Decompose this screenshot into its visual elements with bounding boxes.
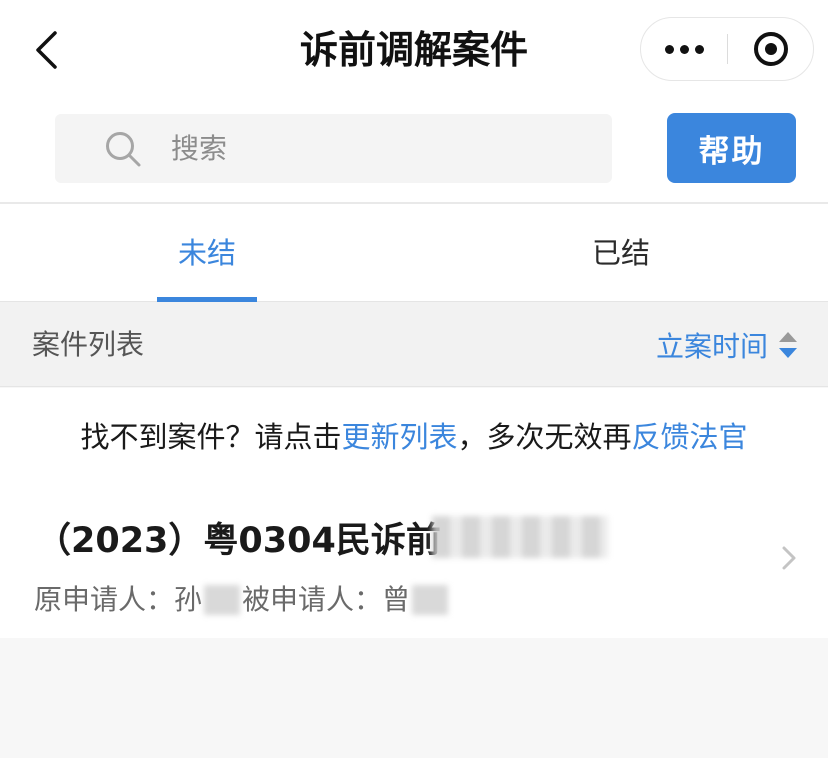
search-box[interactable] [55,114,612,183]
chevron-right-icon [782,546,796,570]
list-title: 案件列表 [32,328,145,361]
back-button[interactable] [26,28,66,72]
redacted-case-number [432,516,608,558]
target-icon [754,32,788,66]
notice-text-middle: ，多次无效再 [457,420,632,454]
search-icon [106,132,141,167]
status-tabs: 未结 已结 [0,204,828,302]
list-header: 案件列表 立案时间 [0,302,828,387]
sort-control[interactable]: 立案时间 [656,302,798,387]
tab-pending[interactable]: 未结 [0,204,414,302]
chevron-left-icon [36,31,57,69]
more-button[interactable] [641,18,727,80]
case-list: 找不到案件？请点击更新列表，多次无效再反馈法官 （2023）粤0304民诉前 原… [0,388,828,638]
applicant-label: 原申请人： [34,583,175,616]
case-parties: 原申请人：孙 被申请人：曾 [34,578,450,618]
sort-label: 立案时间 [655,329,768,363]
refresh-list-link[interactable]: 更新列表 [341,420,457,454]
notice-text-prefix: 找不到案件？请点击 [80,420,342,454]
refresh-notice: 找不到案件？请点击更新列表，多次无效再反馈法官 [0,414,828,456]
help-button[interactable]: 帮助 [667,113,796,183]
more-dots-icon [664,44,704,54]
navigation-bar: 诉前调解案件 [0,0,828,100]
sort-toggle-icon [779,331,797,358]
case-item[interactable]: （2023）粤0304民诉前 原申请人：孙 被申请人：曾 [0,498,828,628]
redacted-applicant [204,585,241,615]
respondent-name: 曾 [382,583,411,616]
case-number: （2023）粤0304民诉前 [36,521,441,561]
respondent-label: 被申请人： [242,583,383,616]
miniprogram-capsule [640,17,814,81]
search-input[interactable] [171,114,591,183]
applicant-name: 孙 [174,583,203,616]
search-bar: 帮助 [0,100,828,204]
feedback-judge-link[interactable]: 反馈法官 [632,420,748,454]
redacted-respondent [412,585,449,615]
tab-closed[interactable]: 已结 [414,204,828,302]
close-miniprogram-button[interactable] [728,18,814,80]
